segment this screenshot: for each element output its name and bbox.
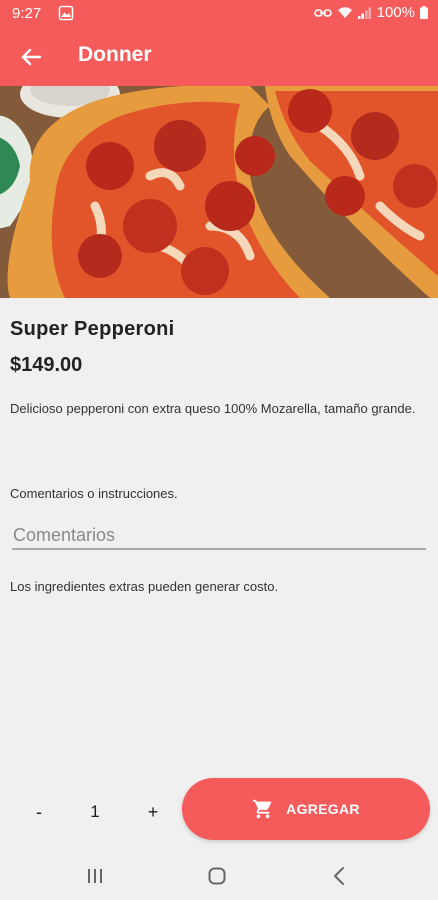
home-button[interactable] <box>204 864 230 888</box>
arrow-back-icon <box>21 48 41 66</box>
cart-icon <box>253 799 272 819</box>
system-back-button[interactable] <box>326 864 352 888</box>
signal-icon <box>357 7 372 19</box>
product-name: Super Pepperoni <box>10 318 175 340</box>
wifi-icon <box>337 6 353 19</box>
comments-label: Comentarios o instrucciones. <box>10 486 178 501</box>
gallery-notification-icon <box>58 5 74 21</box>
product-image <box>0 86 438 298</box>
quantity-increase-button[interactable]: + <box>142 798 164 826</box>
product-price: $149.00 <box>10 354 83 376</box>
back-button[interactable] <box>16 42 46 72</box>
add-to-cart-button[interactable]: AGREGAR <box>182 778 430 840</box>
app-bar: Donner <box>0 28 438 86</box>
battery-icon <box>420 6 428 19</box>
product-description: Delicioso pepperoni con extra queso 100%… <box>10 401 416 416</box>
home-icon <box>208 867 226 885</box>
battery-text: 100% <box>376 4 415 21</box>
system-nav-bar <box>0 852 438 900</box>
status-time: 9:27 <box>12 5 42 22</box>
add-button-label: AGREGAR <box>286 801 360 817</box>
quantity-decrease-button[interactable]: - <box>28 798 50 826</box>
page-title: Donner <box>78 43 152 66</box>
recent-apps-icon <box>88 869 102 883</box>
link-icon <box>313 7 332 19</box>
extras-note: Los ingredientes extras pueden generar c… <box>10 579 279 594</box>
quantity-value: 1 <box>90 802 100 821</box>
status-indicators: 100% <box>313 4 428 21</box>
status-bar: 9:27 100% <box>0 0 438 28</box>
recent-apps-button[interactable] <box>82 864 108 888</box>
chevron-left-icon <box>334 867 344 885</box>
comments-input[interactable] <box>12 522 426 550</box>
